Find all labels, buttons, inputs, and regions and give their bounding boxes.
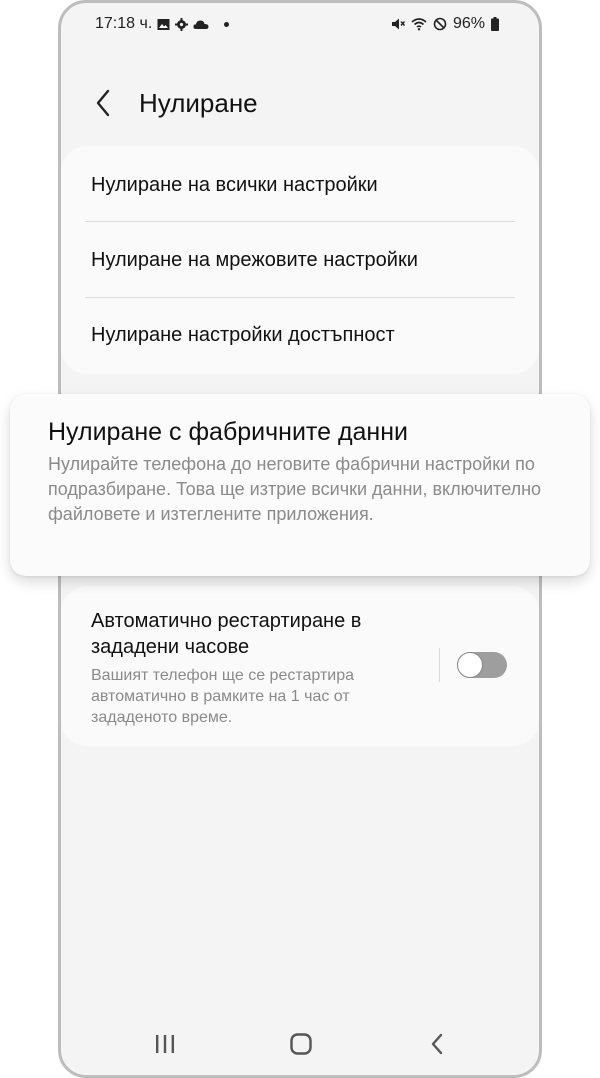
factory-reset-description: Нулирайте телефона до неговите фабрични … (48, 454, 542, 524)
menu-item-label: Нулиране настройки достъпност (91, 323, 395, 346)
mute-icon (391, 18, 405, 30)
reset-accessibility-settings-item[interactable]: Нулиране настройки достъпност (91, 298, 515, 372)
status-time: 17:18 ч. (95, 15, 153, 32)
factory-reset-title: Нулиране с фабричните данни (48, 418, 409, 446)
back-button[interactable] (85, 81, 121, 125)
menu-item-label: Нулиране на мрежовите настройки (91, 248, 418, 271)
recents-icon (156, 1035, 174, 1053)
status-bar-left: 17:18 ч. (95, 15, 233, 33)
auto-restart-toggle[interactable] (457, 652, 507, 678)
home-button[interactable] (281, 1029, 321, 1059)
cloud-icon (193, 20, 209, 29)
nav-back-button[interactable] (417, 1029, 457, 1059)
recents-button[interactable] (145, 1029, 185, 1059)
image-icon (157, 18, 170, 30)
auto-restart-title: Автоматично рестартиране в зададени часо… (91, 610, 362, 658)
back-icon (431, 1033, 443, 1055)
wifi-icon (411, 18, 427, 31)
battery-icon (491, 17, 499, 31)
reset-network-settings-item[interactable]: Нулиране на мрежовите настройки (91, 223, 515, 297)
page-title: Нулиране (139, 87, 258, 118)
app-header: Нулиране (85, 81, 258, 125)
navigation-bar (61, 1029, 539, 1059)
divider (85, 221, 515, 222)
blocked-icon (433, 17, 447, 31)
menu-item-label: Нулиране на всички настройки (91, 173, 378, 196)
status-bar-right: 96% (391, 15, 499, 33)
auto-restart-card[interactable]: Автоматично рестартиране в зададени часо… (61, 586, 539, 746)
battery-percent: 96% (452, 15, 485, 32)
home-icon (290, 1033, 312, 1055)
chevron-left-icon (96, 89, 110, 117)
status-bar: 17:18 ч. 96% (95, 13, 499, 35)
factory-reset-item[interactable]: Нулиране с фабричните данни Нулирайте те… (10, 394, 590, 576)
toggle-knob (457, 652, 483, 678)
reset-all-settings-item[interactable]: Нулиране на всички настройки (91, 148, 515, 222)
dot-icon (224, 21, 230, 27)
auto-restart-description: Вашият телефон ще се рестартира автомати… (91, 667, 354, 726)
gear-icon (175, 17, 189, 31)
reset-options-card: Нулиране на всички настройки Нулиране на… (61, 146, 539, 374)
vertical-divider (439, 648, 440, 682)
